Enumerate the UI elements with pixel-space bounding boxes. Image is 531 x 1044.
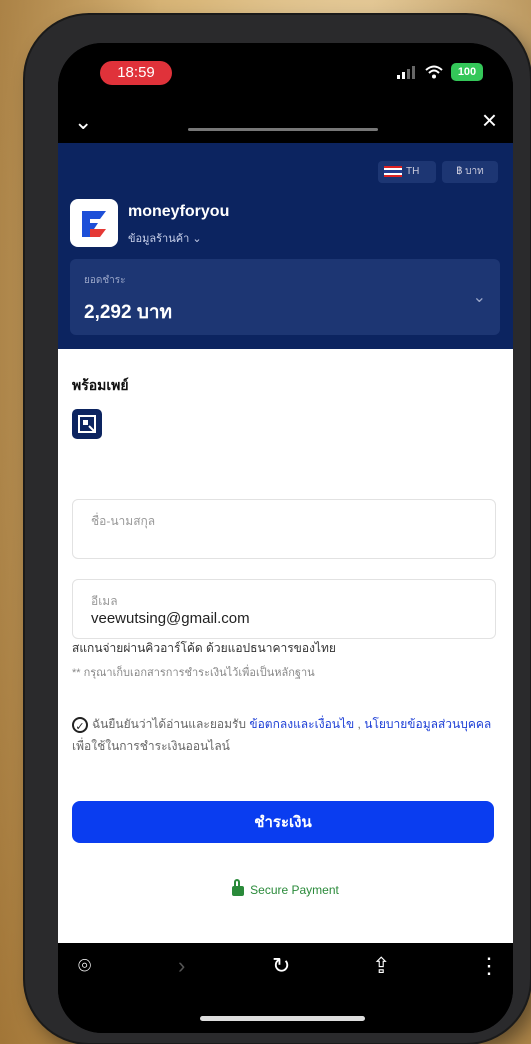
payment-header: TH ฿ บาท moneyforyou ข้อมูลร้านค้า ⌄ ยอด… <box>58 143 513 349</box>
more-icon[interactable]: ⋮ <box>478 953 500 979</box>
phone-screen: 18:59 100 ⌄ × TH ฿ บาท moneyforyou ข้อมู… <box>58 43 513 1033</box>
secure-payment-label: Secure Payment <box>250 883 339 897</box>
chevron-down-icon[interactable]: ⌄ <box>74 109 92 135</box>
forward-icon[interactable]: › <box>178 953 185 979</box>
email-field-value: veewutsing@gmail.com <box>91 610 250 627</box>
safari-icon[interactable]: ⌾ <box>78 953 91 979</box>
merchant-info-label: ข้อมูลร้านค้า <box>128 233 190 245</box>
consent-row: ✓ ฉันยืนยันว่าได้อ่านและยอมรับ ข้อตกลงและ… <box>72 713 502 757</box>
section-title: พร้อมเพย์ <box>72 377 129 393</box>
lock-icon <box>232 878 245 896</box>
merchant-logo <box>70 199 118 247</box>
chevron-down-icon: ⌄ <box>472 289 486 306</box>
wifi-icon <box>425 65 443 79</box>
email-field-label: อีเมล <box>91 594 118 608</box>
browser-toolbar: ⌾ › ↻ ⇪ ⋮ <box>58 943 513 1033</box>
signal-icon <box>397 65 417 79</box>
chevron-down-icon: ⌄ <box>192 233 202 245</box>
consent-checkbox[interactable]: ✓ <box>72 716 88 733</box>
currency-selector[interactable]: ฿ บาท <box>442 161 498 183</box>
qr-scan-icon[interactable] <box>72 409 102 439</box>
consent-text: ฉันยืนยันว่าได้อ่านและยอมรับ <box>92 717 247 731</box>
status-time: 18:59 <box>100 61 172 85</box>
home-indicator <box>200 1016 365 1021</box>
share-icon[interactable]: ⇪ <box>372 953 390 979</box>
name-field-label: ชื่อ-นามสกุล <box>91 514 156 528</box>
close-icon[interactable]: × <box>482 105 497 136</box>
language-selector[interactable]: TH <box>378 161 436 183</box>
amount-value: 2,292 บาท <box>84 302 173 323</box>
amount-label: ยอดชำระ <box>84 275 126 286</box>
qr-instruction: สแกนจ่ายผ่านคิวอาร์โค้ด ด้วยแอปธนาคารของ… <box>72 641 336 655</box>
receipt-note: ** กรุณาเก็บเอกสารการชำระเงินไว้เพื่อเป็… <box>72 667 315 679</box>
name-field[interactable]: ชื่อ-นามสกุล <box>72 499 496 559</box>
url-bar[interactable] <box>188 128 378 131</box>
battery-icon: 100 <box>451 63 483 81</box>
payment-form: พร้อมเพย์ ชื่อ-นามสกุล อีเมล veewutsing@… <box>58 349 513 943</box>
merchant-name: moneyforyou <box>128 203 230 220</box>
consent-tail: เพื่อใช้ในการชำระเงินออนไลน์ <box>72 739 230 753</box>
terms-link[interactable]: ข้อตกลงและเงื่อนไข <box>249 717 354 731</box>
consent-separator: , <box>354 717 365 731</box>
amount-dropdown[interactable]: ยอดชำระ 2,292 บาท ⌄ <box>70 259 500 335</box>
browser-bar: ⌄ × <box>58 101 513 143</box>
secure-payment: Secure Payment <box>58 878 513 897</box>
language-label: TH <box>406 166 420 177</box>
status-bar: 18:59 100 <box>58 43 513 101</box>
reload-icon[interactable]: ↻ <box>272 953 290 979</box>
privacy-link[interactable]: นโยบายข้อมูลส่วนบุคคล <box>364 717 491 731</box>
thai-flag-icon <box>384 165 402 177</box>
email-field[interactable]: อีเมล veewutsing@gmail.com <box>72 579 496 639</box>
merchant-info-link[interactable]: ข้อมูลร้านค้า ⌄ <box>128 229 202 247</box>
status-icons: 100 <box>397 63 483 81</box>
pay-button[interactable]: ชำระเงิน <box>72 801 494 843</box>
